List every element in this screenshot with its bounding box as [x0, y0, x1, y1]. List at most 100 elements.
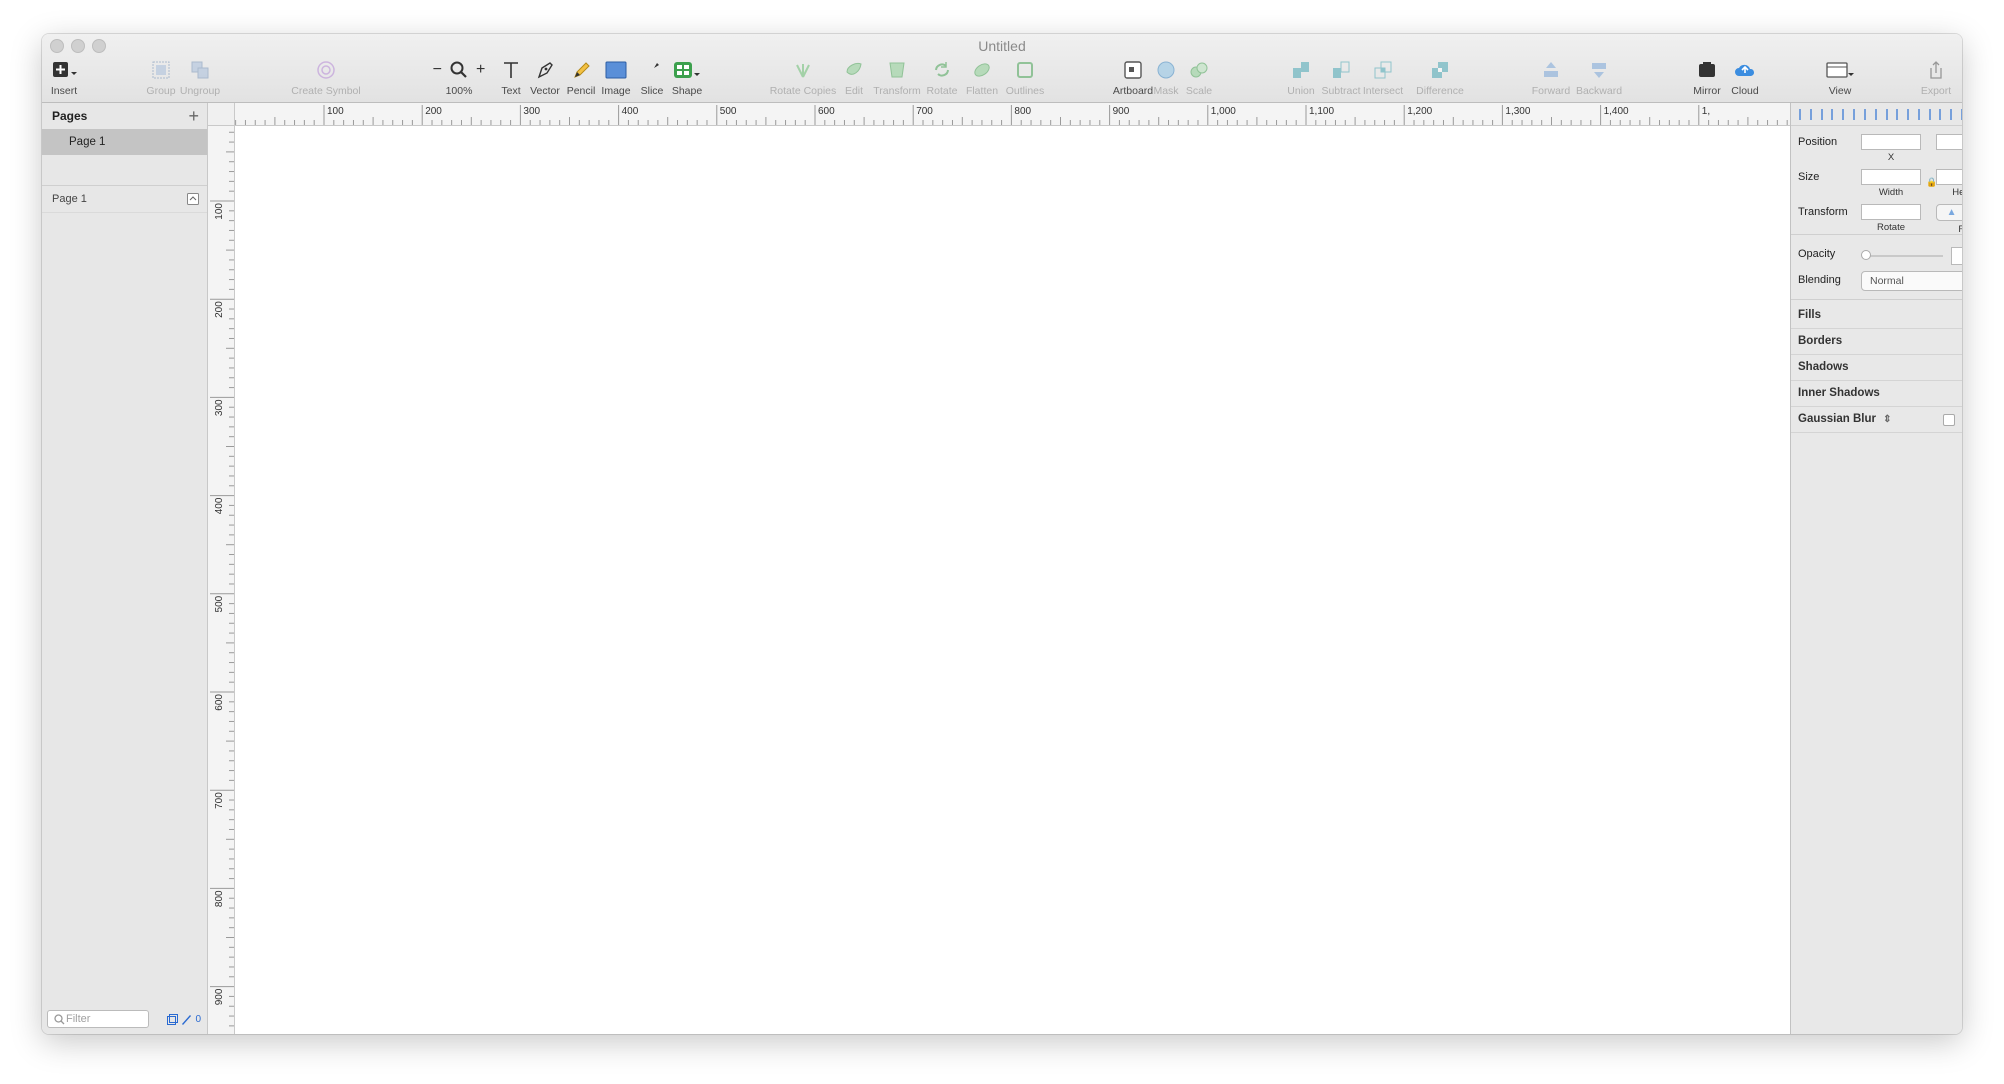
page-item[interactable]: Page 1 [42, 129, 207, 155]
shape-icon [674, 62, 700, 78]
ruler-label: 600 [214, 694, 225, 711]
ungroup-icon [191, 61, 209, 79]
gaussian-blur-section[interactable]: Gaussian Blur ⇕ [1791, 407, 1962, 433]
inner-shadows-section[interactable]: Inner Shadows [1791, 381, 1962, 407]
vertical-ruler[interactable]: 100 200 300 400 500 600 700 800 900 [208, 103, 235, 1034]
filter-count: 0 [195, 1014, 201, 1025]
position-x-input[interactable] [1861, 134, 1921, 150]
fills-section[interactable]: Fills [1791, 303, 1962, 329]
blending-row: Blending Normal ⇕ [1791, 266, 1962, 296]
size-row: Size 🔒 Width Height [1791, 161, 1962, 198]
ruler-label: 200 [425, 106, 442, 117]
ruler-label: 900 [1113, 106, 1130, 117]
ruler-label: 700 [214, 792, 225, 809]
share-icon [1930, 61, 1942, 79]
ruler-label: 500 [720, 106, 737, 117]
ruler-label: 700 [916, 106, 933, 117]
horizontal-ruler-scale: 100 200 300 400 500 600 700 800 900 1,000 1,100 1,2… [235, 105, 1788, 125]
difference-button[interactable]: Difference [1405, 58, 1475, 97]
slices-filter-icon[interactable] [181, 1014, 192, 1025]
horizontal-ruler[interactable]: 100 200 300 400 500 600 700 800 900 1,000 1,100 1,2… [234, 103, 1790, 126]
create-symbol-button[interactable]: Create Symbol [271, 58, 381, 97]
difference-icon [1432, 62, 1448, 78]
width-input[interactable] [1861, 169, 1921, 185]
align-top-icon[interactable] [1907, 108, 1920, 120]
bring-forward-icon [1544, 62, 1558, 77]
ruler-label: 1,400 [1604, 106, 1629, 117]
ruler-label: 300 [523, 106, 540, 117]
flip-buttons[interactable]: ▲▶ [1936, 204, 1962, 221]
window-title: Untitled [978, 38, 1026, 54]
opacity-slider-knob[interactable] [1861, 250, 1871, 260]
view-button[interactable]: View [1805, 58, 1875, 97]
backward-button[interactable]: Backward [1564, 58, 1634, 97]
opacity-row: Opacity [1791, 238, 1962, 266]
scale-button[interactable]: Scale [1164, 58, 1234, 97]
filter-placeholder: Filter [66, 1013, 91, 1025]
magnifier-icon [450, 61, 467, 78]
align-center-icon[interactable] [1863, 108, 1877, 120]
ruler-label: 1,100 [1309, 106, 1334, 117]
ruler-label: 300 [214, 399, 225, 416]
alignment-toolbar [1791, 103, 1962, 126]
ruler-label: 600 [818, 106, 835, 117]
position-label: Position [1798, 136, 1838, 148]
blending-select[interactable]: Normal ⇕ [1861, 271, 1962, 291]
scale-icon [1190, 62, 1208, 78]
align-right-icon[interactable] [1885, 108, 1899, 120]
align-middle-icon[interactable] [1928, 108, 1942, 120]
inspector-panel: Position X Y Size 🔒 Width Height Transfo… [1790, 103, 1962, 1034]
transform-row: Transform ▲▶ Rotate Flip [1791, 196, 1962, 235]
borders-section[interactable]: Borders [1791, 329, 1962, 355]
layer-list-header: Page 1 [42, 186, 207, 213]
toolbar: Untitled Insert Group Ungroup Create Sym… [42, 34, 1962, 103]
ruler-label: 500 [214, 595, 225, 612]
distribute-horizontal-icon[interactable] [1799, 108, 1812, 120]
opacity-input[interactable] [1951, 247, 1962, 265]
opacity-slider[interactable] [1863, 255, 1943, 257]
layer-filter-input[interactable]: Filter [47, 1010, 149, 1028]
align-bottom-icon[interactable] [1950, 108, 1962, 120]
shadows-section[interactable]: Shadows [1791, 355, 1962, 381]
intersect-icon [1374, 61, 1392, 79]
ungroup-button[interactable]: Ungroup [165, 58, 235, 97]
symbol-icon [317, 61, 335, 79]
zoom-out-button[interactable]: − [433, 61, 442, 79]
cloud-icon [1735, 64, 1755, 76]
export-button[interactable]: Export [1901, 58, 1962, 97]
transform-icon [889, 62, 905, 78]
ruler-label: 100 [214, 203, 225, 220]
insert-icon [53, 62, 77, 77]
pages-list: Page 1 [42, 129, 207, 186]
ruler-label: 200 [214, 301, 225, 318]
ruler-corner [208, 103, 235, 126]
chevron-updown-icon[interactable]: ⇕ [1883, 414, 1891, 425]
layer-page-title: Page 1 [52, 193, 87, 205]
send-backward-icon [1592, 63, 1606, 78]
add-page-button[interactable]: + [188, 106, 199, 127]
vertical-ruler-scale: 100 200 300 400 500 600 700 800 900 [210, 131, 234, 1027]
collapse-icon[interactable] [187, 193, 199, 205]
rotate-input[interactable] [1861, 204, 1921, 220]
edit-icon [846, 63, 862, 75]
filter-tools: 0 [167, 1014, 201, 1025]
symbols-filter-icon[interactable] [167, 1014, 179, 1025]
ruler-label: 1,300 [1505, 106, 1530, 117]
divider [1791, 299, 1962, 300]
pages-title: Pages [52, 109, 88, 123]
rotate-copies-icon [796, 64, 810, 78]
gaussian-blur-checkbox[interactable] [1943, 414, 1955, 426]
canvas[interactable] [235, 126, 1790, 1034]
ruler-label: 400 [622, 106, 639, 117]
align-left-icon[interactable] [1842, 108, 1855, 120]
view-icon [1826, 62, 1854, 78]
distribute-vertical-icon[interactable] [1820, 108, 1834, 120]
flip-horizontal-icon[interactable]: ▲ [1947, 207, 1957, 218]
shape-tool[interactable]: Shape [652, 58, 722, 97]
position-y-input[interactable] [1936, 134, 1962, 150]
outlines-button[interactable]: Outlines [990, 58, 1060, 97]
height-input[interactable] [1936, 169, 1962, 185]
blending-label: Blending [1798, 274, 1841, 286]
cloud-button[interactable]: Cloud [1710, 58, 1780, 97]
insert-button[interactable]: Insert [42, 58, 99, 97]
